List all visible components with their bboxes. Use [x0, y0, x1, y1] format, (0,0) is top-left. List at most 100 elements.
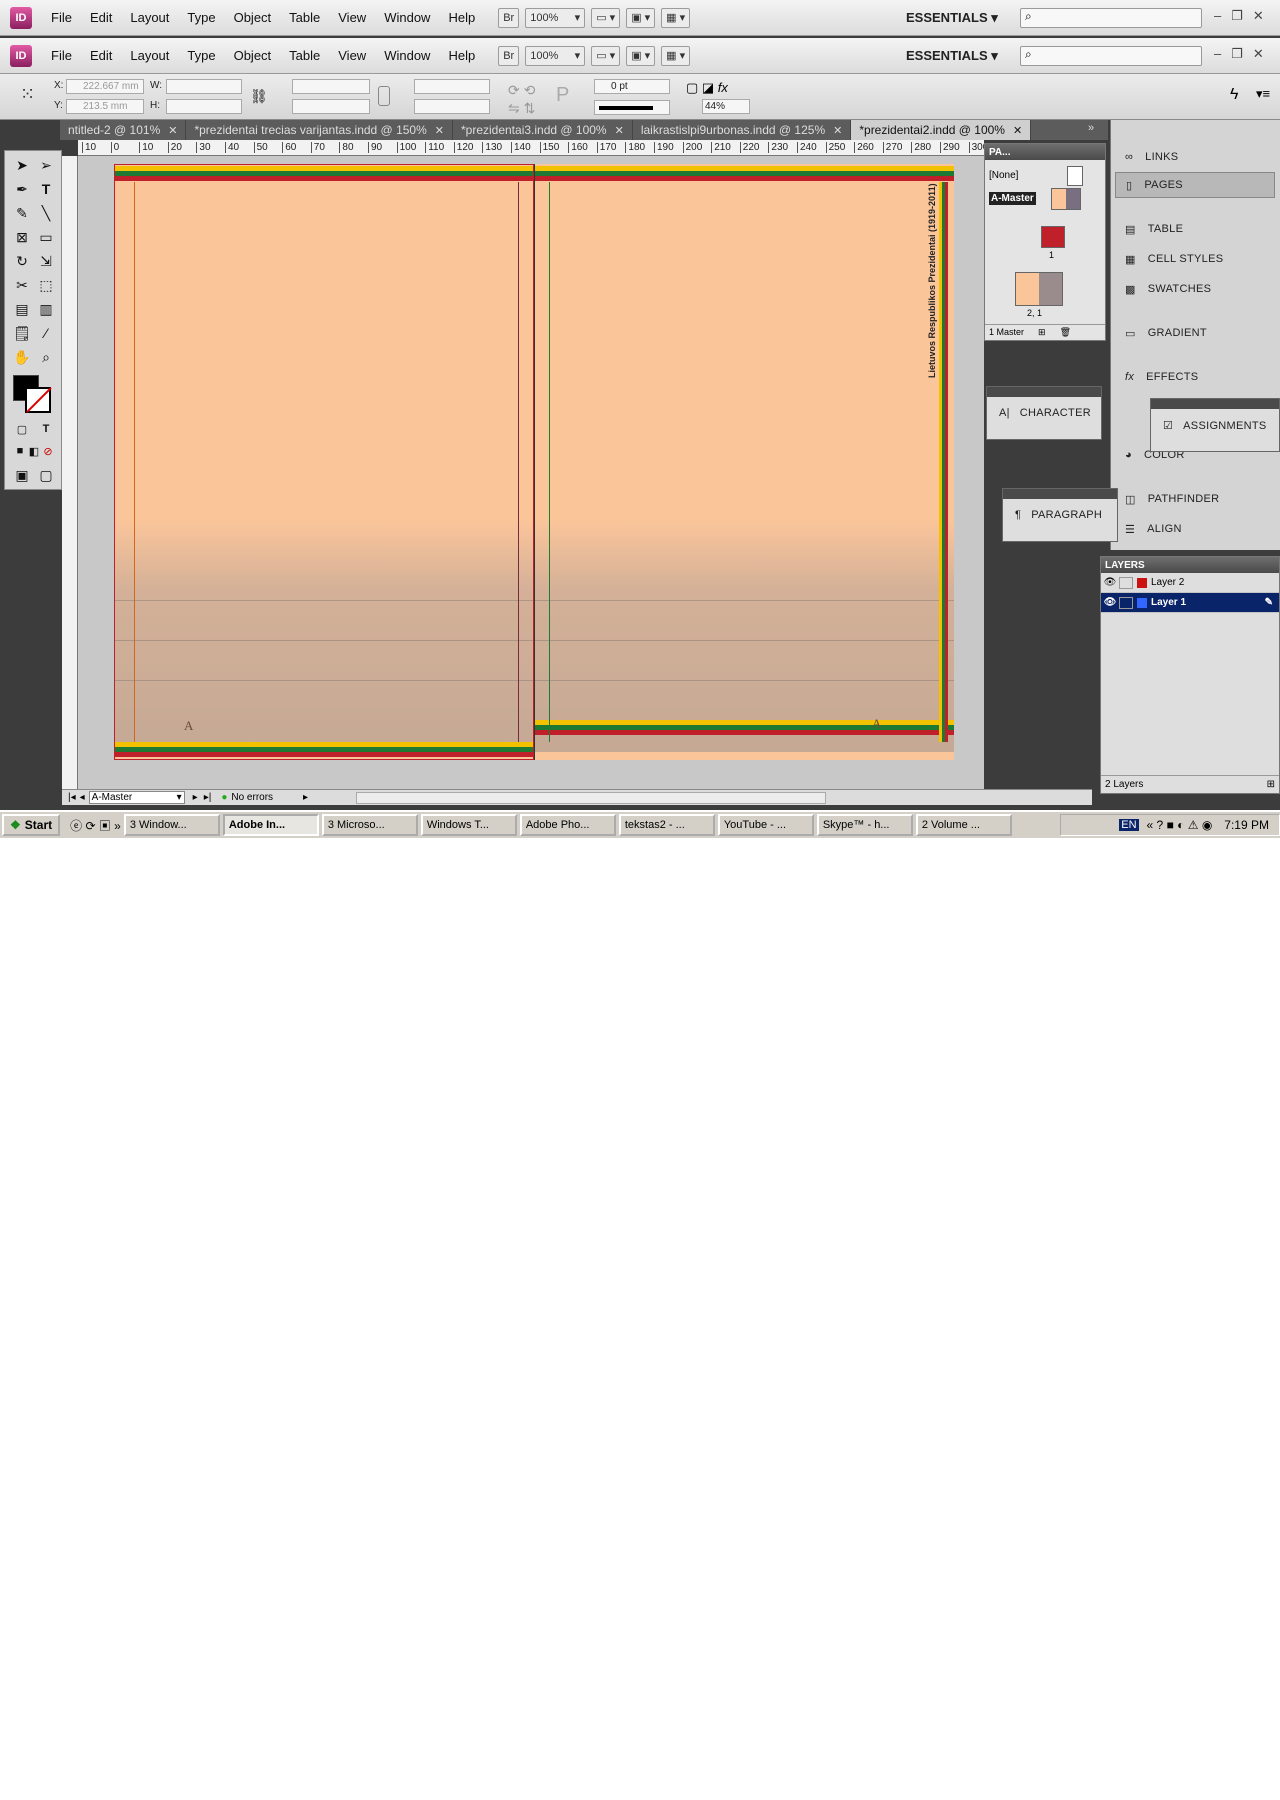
zoom-tool-icon[interactable]: ⌕: [35, 347, 57, 367]
preflight-status[interactable]: No errors: [231, 792, 273, 803]
zoom-dropdown[interactable]: 100% ▾: [525, 7, 586, 28]
y-field[interactable]: 213.5 mm: [66, 99, 144, 114]
x-field[interactable]: 222.667 mm: [66, 79, 144, 94]
pages-panel-header[interactable]: PA...: [985, 144, 1105, 160]
close-icon[interactable]: ✕: [1253, 46, 1264, 62]
line-tool-icon[interactable]: ╲: [35, 203, 57, 223]
language-indicator[interactable]: EN: [1119, 819, 1139, 831]
workspace-switcher[interactable]: ESSENTIALS ▾: [906, 10, 998, 26]
panel-pages[interactable]: ▯ PAGES: [1115, 172, 1275, 198]
stroke-weight-field[interactable]: 0 pt: [594, 79, 670, 94]
taskbar-item-indesign[interactable]: Adobe In...: [222, 814, 319, 836]
eye-icon[interactable]: 👁: [1101, 577, 1119, 588]
new-layer-icon[interactable]: ⊞: [1267, 779, 1275, 790]
width-field[interactable]: [166, 79, 242, 94]
arrange-documents-button[interactable]: ▦ ▾: [661, 45, 691, 66]
tab-prezidentai3[interactable]: *prezidentai3.indd @ 100% ✕: [453, 120, 633, 140]
minimize-icon[interactable]: –: [1214, 8, 1221, 24]
type-tool-icon[interactable]: T: [35, 179, 57, 199]
direct-selection-tool-icon[interactable]: ➢: [35, 155, 57, 175]
close-icon[interactable]: ✕: [435, 124, 444, 137]
menu-file[interactable]: File: [42, 48, 81, 63]
close-icon[interactable]: ✕: [833, 124, 842, 137]
clock[interactable]: 7:19 PM: [1224, 818, 1269, 832]
vertical-title[interactable]: Lietuvos Respublikos Prezidentai (1919-2…: [927, 183, 941, 378]
new-page-icon[interactable]: ⊞: [1038, 327, 1046, 338]
panel-swatches[interactable]: ▩ SWATCHES: [1115, 276, 1275, 302]
close-icon[interactable]: ✕: [168, 124, 177, 137]
panel-align[interactable]: ☰ ALIGN: [1115, 516, 1275, 542]
normal-view-icon[interactable]: ▣: [11, 465, 33, 485]
left-page-frame[interactable]: [114, 164, 534, 760]
gradient-tool-icon[interactable]: ▤: [11, 299, 33, 319]
panel-gradient[interactable]: ▭ GRADIENT: [1115, 320, 1275, 346]
rotate-icon[interactable]: ⟳ ⟲: [508, 82, 535, 99]
apply-none-icon[interactable]: ⊘: [37, 441, 59, 461]
lock-toggle[interactable]: [1119, 596, 1133, 609]
shear-field[interactable]: [414, 99, 490, 114]
trash-icon[interactable]: 🗑: [1060, 327, 1071, 338]
menu-table[interactable]: Table: [280, 48, 329, 63]
restore-icon[interactable]: ❐: [1231, 46, 1243, 62]
next-page-icon[interactable]: ▸: [193, 792, 198, 803]
minimize-icon[interactable]: –: [1214, 46, 1221, 62]
hand-tool-icon[interactable]: ✋: [11, 347, 33, 367]
direction-icon[interactable]: P: [556, 84, 569, 107]
pencil-tool-icon[interactable]: ✎: [11, 203, 33, 223]
tray-icons[interactable]: « ? ■ ◐ ⚠ ◉: [1147, 818, 1213, 832]
opacity-field[interactable]: 44%: [702, 99, 750, 114]
note-tool-icon[interactable]: 🗒: [11, 323, 33, 343]
a-master-thumbnail[interactable]: [1051, 188, 1081, 210]
preflight-menu-icon[interactable]: ▸: [303, 792, 308, 803]
constrain-proportions-icon[interactable]: ⛓: [250, 88, 268, 105]
menu-layout[interactable]: Layout: [121, 48, 178, 63]
screen-mode-button[interactable]: ▣ ▾: [626, 45, 656, 66]
free-transform-tool-icon[interactable]: ⬚: [35, 275, 57, 295]
character-panel[interactable]: A| CHARACTER: [986, 386, 1102, 440]
tab-prezidentai2[interactable]: *prezidentai2.indd @ 100% ✕: [851, 120, 1032, 140]
close-icon[interactable]: ✕: [1013, 124, 1022, 137]
panel-table[interactable]: ▤ TABLE: [1115, 216, 1275, 242]
bridge-button[interactable]: Br: [498, 7, 520, 28]
paragraph-panel[interactable]: ¶ PARAGRAPH: [1002, 488, 1118, 542]
start-button[interactable]: ❖ Start: [2, 814, 61, 836]
menu-edit[interactable]: Edit: [81, 48, 121, 63]
taskbar-item[interactable]: Adobe Pho...: [519, 814, 616, 836]
reference-point-icon[interactable]: ⁙: [20, 84, 35, 105]
panel-pathfinder[interactable]: ◫ PATHFINDER: [1115, 486, 1275, 512]
rectangle-frame-tool-icon[interactable]: ⊠: [11, 227, 33, 247]
quick-launch-icon[interactable]: ⓔ ⟳ ▣ »: [70, 817, 121, 834]
first-page-icon[interactable]: |◂: [68, 792, 76, 803]
zoom-dropdown[interactable]: 100% ▾: [525, 45, 586, 66]
menu-file[interactable]: File: [42, 10, 81, 25]
menu-type[interactable]: Type: [178, 48, 224, 63]
panel-effects[interactable]: fx EFFECTS: [1115, 364, 1275, 390]
a-master[interactable]: A-Master: [989, 192, 1036, 205]
horizontal-scrollbar[interactable]: [356, 791, 827, 804]
page-1-thumbnail[interactable]: [1041, 226, 1065, 248]
menu-help[interactable]: Help: [439, 10, 484, 25]
close-icon[interactable]: ✕: [1253, 8, 1264, 24]
none-master-thumbnail[interactable]: [1067, 166, 1083, 186]
link-scale-icon[interactable]: [378, 86, 390, 106]
tab-overflow-icon[interactable]: »: [1088, 122, 1094, 134]
flip-icon[interactable]: ⇋ ⇅: [508, 100, 535, 117]
bridge-button[interactable]: Br: [498, 45, 520, 66]
tab-laikrastislpi9urbonas[interactable]: laikrastislpi9urbonas.indd @ 125% ✕: [633, 120, 852, 140]
assignments-panel[interactable]: ☑ ASSIGNMENTS: [1150, 398, 1280, 452]
scale-y-field[interactable]: [292, 99, 370, 114]
taskbar-item[interactable]: Windows T...: [420, 814, 517, 836]
menu-layout[interactable]: Layout: [121, 10, 178, 25]
menu-window[interactable]: Window: [375, 48, 439, 63]
selection-tool-icon[interactable]: ➤: [11, 155, 33, 175]
taskbar-item[interactable]: 3 Window...: [123, 814, 220, 836]
taskbar-item[interactable]: Skype™ - h...: [816, 814, 913, 836]
drop-shadow-icon[interactable]: ▢ ◪ fx: [686, 80, 728, 96]
view-options-button[interactable]: ▭ ▾: [591, 7, 621, 28]
search-input[interactable]: ⌕: [1020, 45, 1202, 66]
menu-type[interactable]: Type: [178, 10, 224, 25]
formatting-text-icon[interactable]: T: [35, 419, 57, 439]
arrange-documents-button[interactable]: ▦ ▾: [661, 7, 691, 28]
stroke-swatch[interactable]: [25, 387, 52, 413]
menu-window[interactable]: Window: [375, 10, 439, 25]
